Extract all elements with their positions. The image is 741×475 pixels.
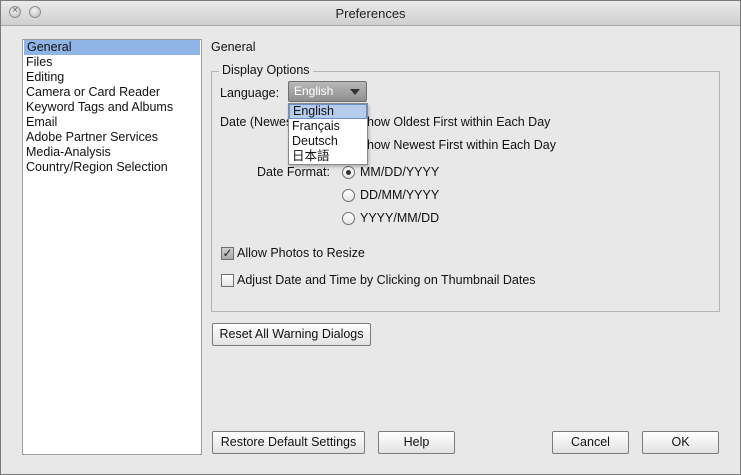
- ok-button[interactable]: OK: [642, 431, 719, 454]
- title-bar: × Preferences: [1, 1, 740, 26]
- date-format-mmddyyyy-label[interactable]: MM/DD/YYYY: [360, 165, 439, 179]
- date-order-newest-first-label[interactable]: how Newest First within Each Day: [367, 138, 556, 152]
- preferences-category-list[interactable]: General Files Editing Camera or Card Rea…: [22, 39, 202, 455]
- sidebar-item-camera-or-card-reader[interactable]: Camera or Card Reader: [23, 85, 201, 100]
- sidebar-item-editing[interactable]: Editing: [23, 70, 201, 85]
- reset-warning-dialogs-button[interactable]: Reset All Warning Dialogs: [212, 323, 371, 346]
- chevron-down-icon: [350, 89, 360, 95]
- sidebar-item-adobe-partner-services[interactable]: Adobe Partner Services: [23, 130, 201, 145]
- language-option-japanese[interactable]: 日本語: [289, 149, 367, 164]
- allow-photos-resize-label[interactable]: Allow Photos to Resize: [237, 246, 365, 260]
- cancel-button[interactable]: Cancel: [552, 431, 629, 454]
- checkmark-icon: ✓: [222, 246, 233, 260]
- date-order-label: Date (Newes: [220, 115, 293, 129]
- date-format-ddmmyyyy-label[interactable]: DD/MM/YYYY: [360, 188, 439, 202]
- date-format-yyyymmdd-label[interactable]: YYYY/MM/DD: [360, 211, 439, 225]
- display-options-label: Display Options: [219, 63, 313, 77]
- sidebar-item-country-region-selection[interactable]: Country/Region Selection: [23, 160, 201, 175]
- date-format-ddmmyyyy-radio[interactable]: [342, 189, 355, 202]
- allow-photos-resize-checkbox[interactable]: ✓: [221, 247, 234, 260]
- sidebar-item-media-analysis[interactable]: Media-Analysis: [23, 145, 201, 160]
- adjust-date-time-checkbox[interactable]: [221, 274, 234, 287]
- date-format-yyyymmdd-radio[interactable]: [342, 212, 355, 225]
- sidebar-item-keyword-tags-and-albums[interactable]: Keyword Tags and Albums: [23, 100, 201, 115]
- language-option-deutsch[interactable]: Deutsch: [289, 134, 367, 149]
- date-format-label: Date Format:: [257, 165, 330, 179]
- restore-default-settings-button[interactable]: Restore Default Settings: [212, 431, 365, 454]
- date-order-oldest-first-label[interactable]: how Oldest First within Each Day: [367, 115, 550, 129]
- section-title: General: [211, 40, 256, 54]
- help-button[interactable]: Help: [378, 431, 455, 454]
- sidebar-item-general[interactable]: General: [24, 40, 200, 55]
- date-format-mmddyyyy-radio[interactable]: [342, 166, 355, 179]
- window-title: Preferences: [335, 6, 406, 21]
- language-option-francais[interactable]: Français: [289, 119, 367, 134]
- preferences-window: × Preferences General Files Editing Came…: [0, 0, 741, 475]
- language-label: Language:: [220, 86, 280, 100]
- language-dropdown-value: English: [294, 84, 334, 98]
- language-menu: English Français Deutsch 日本語: [288, 103, 368, 165]
- sidebar-item-files[interactable]: Files: [23, 55, 201, 70]
- language-option-english[interactable]: English: [289, 104, 367, 119]
- adjust-date-time-label[interactable]: Adjust Date and Time by Clicking on Thum…: [237, 273, 536, 287]
- language-dropdown[interactable]: English: [288, 81, 367, 102]
- sidebar-item-email[interactable]: Email: [23, 115, 201, 130]
